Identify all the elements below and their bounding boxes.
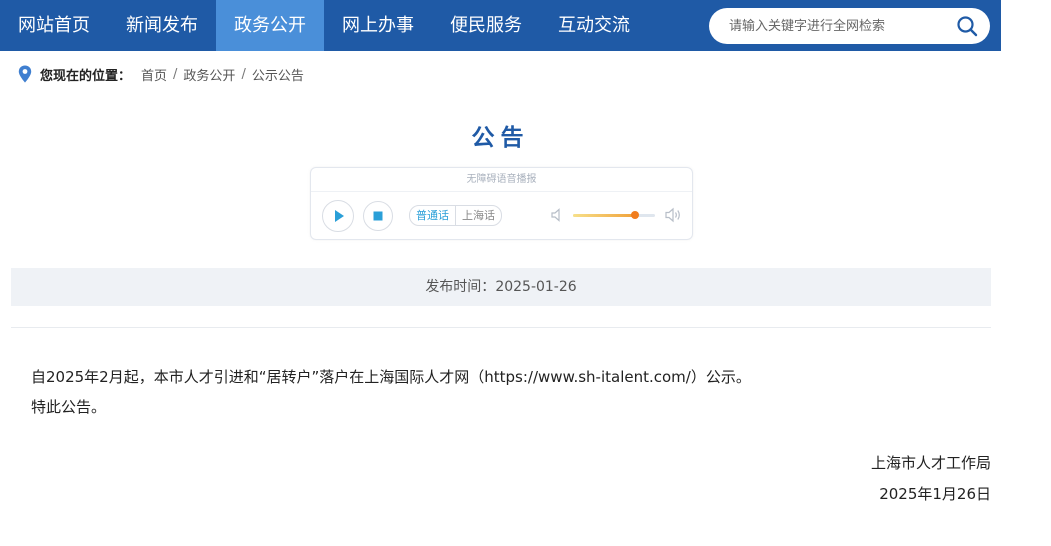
language-toggle: 普通话 上海话	[409, 205, 502, 226]
signature-organization: 上海市人才工作局	[870, 454, 991, 472]
volume-slider-knob[interactable]	[631, 211, 640, 219]
breadcrumb-lead: 您现在的位置：	[40, 68, 132, 84]
nav-item-home[interactable]: 网站首页	[0, 0, 108, 51]
top-nav: 网站首页 新闻发布 政务公开 网上办事 便民服务 互动交流	[0, 0, 1001, 51]
article-paragraph: 自2025年2月起，本市人才引进和“居转户”落户在上海国际人才网（https:/…	[31, 368, 751, 386]
location-pin-icon	[18, 65, 32, 83]
publish-date: 2025-01-26	[495, 279, 577, 295]
breadcrumb: 您现在的位置： 首页 / 政务公开 / 公示公告	[18, 64, 304, 84]
breadcrumb-home[interactable]: 首页	[141, 65, 167, 84]
nav-item-news[interactable]: 新闻发布	[108, 0, 216, 51]
stop-icon	[373, 211, 383, 221]
breadcrumb-separator: /	[173, 66, 178, 82]
content-divider	[11, 327, 991, 328]
nav-item-public-services[interactable]: 便民服务	[432, 0, 540, 51]
publish-label: 发布时间：	[425, 279, 496, 295]
article-paragraph: 特此公告。	[31, 398, 107, 416]
breadcrumb-separator: /	[241, 66, 246, 82]
breadcrumb-government-affairs[interactable]: 政务公开	[183, 65, 235, 84]
lang-option-shanghainese[interactable]: 上海话	[456, 206, 501, 225]
signature-date: 2025年1月26日	[879, 485, 991, 503]
volume-low-icon[interactable]	[551, 208, 564, 222]
search-icon[interactable]	[956, 15, 978, 37]
article-title: 公告	[471, 125, 530, 151]
search-box	[709, 8, 990, 44]
play-icon	[335, 210, 344, 222]
article-body: 自2025年2月起，本市人才引进和“居转户”落户在上海国际人才网（https:/…	[31, 362, 981, 422]
stop-button[interactable]	[363, 201, 393, 231]
play-button[interactable]	[322, 200, 354, 232]
search-input[interactable]	[727, 17, 951, 35]
publish-info-bar: 发布时间：2025-01-26	[11, 268, 991, 306]
nav-item-interaction[interactable]: 互动交流	[540, 0, 648, 51]
accessibility-audio-player: 无障碍语音播报 普通话 上海话	[310, 167, 693, 240]
volume-slider[interactable]	[573, 211, 655, 219]
breadcrumb-announcements[interactable]: 公示公告	[252, 65, 304, 84]
article-signature: 上海市人才工作局 2025年1月26日	[871, 448, 991, 510]
player-header: 无障碍语音播报	[311, 168, 692, 192]
lang-option-mandarin[interactable]: 普通话	[410, 206, 456, 225]
nav-item-government-affairs[interactable]: 政务公开	[216, 0, 324, 51]
nav-item-online-services[interactable]: 网上办事	[324, 0, 432, 51]
volume-slider-fill	[573, 214, 636, 217]
volume-high-icon[interactable]	[665, 207, 682, 223]
